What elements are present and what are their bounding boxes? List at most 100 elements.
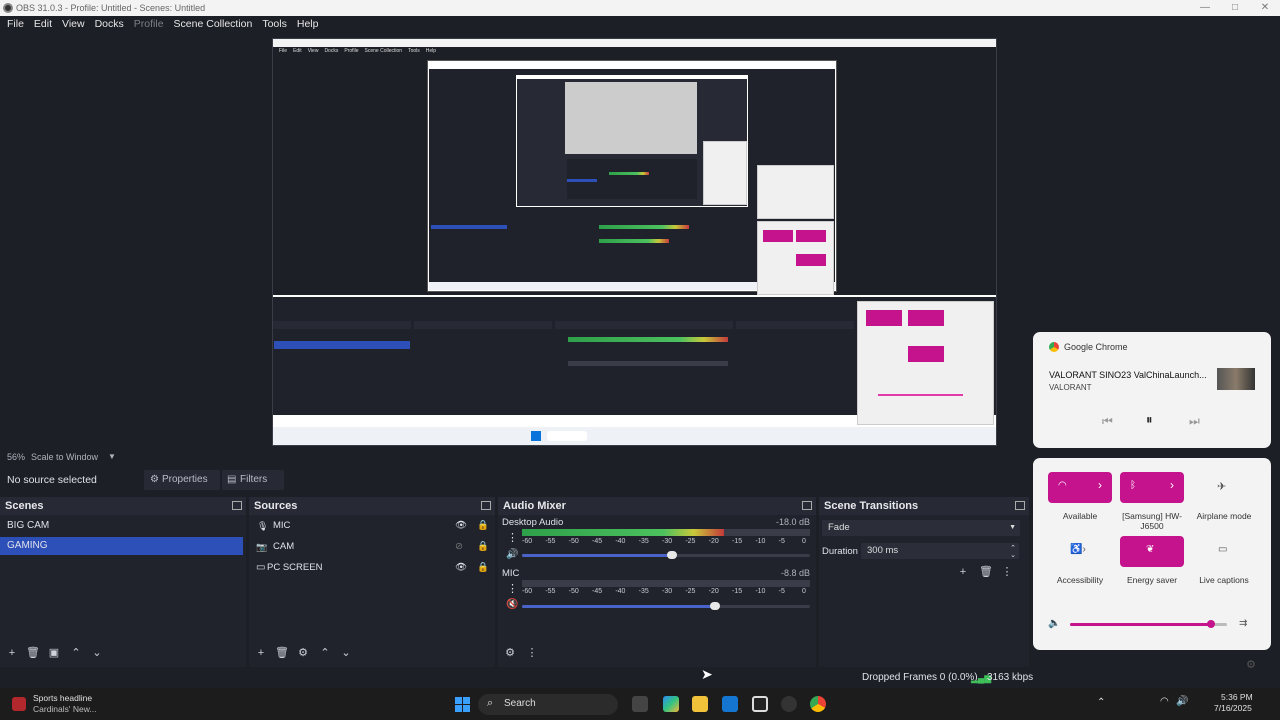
add-icon[interactable]: + xyxy=(6,647,18,659)
menu-help[interactable]: Help xyxy=(292,18,324,30)
speaker-muted-icon[interactable]: 🔇 xyxy=(506,599,518,610)
previous-track-icon[interactable]: ⏮ xyxy=(1102,414,1113,429)
move-down-icon[interactable]: ⌄ xyxy=(340,647,352,659)
undock-icon[interactable] xyxy=(481,501,491,510)
source-item-mic[interactable]: 🎙 MIC 👁 🔒 xyxy=(255,517,491,535)
trash-icon[interactable]: 🗑 xyxy=(979,566,993,578)
menu-file[interactable]: File xyxy=(2,18,29,30)
gear-icon[interactable]: ⚙ xyxy=(504,647,516,659)
nested-screen-level3 xyxy=(516,75,748,207)
speaker-icon[interactable]: 🔊 xyxy=(506,549,518,560)
meter-tick-label: -50 xyxy=(568,588,579,595)
scale-mode-select[interactable]: Scale to Window xyxy=(31,450,98,464)
capcut-icon[interactable] xyxy=(752,696,768,712)
airplane-toggle[interactable]: ✈ xyxy=(1192,472,1256,503)
news-widget-icon[interactable] xyxy=(12,697,26,711)
menu-tools[interactable]: Tools xyxy=(257,18,292,30)
system-volume-slider[interactable] xyxy=(1070,620,1227,628)
pause-icon[interactable]: ⏸ xyxy=(1146,412,1153,428)
gear-icon[interactable]: ⚙ xyxy=(297,647,309,659)
menu-edit[interactable]: Edit xyxy=(29,18,57,30)
add-icon[interactable]: + xyxy=(255,647,267,659)
properties-button[interactable]: ⚙ Properties xyxy=(144,470,220,490)
move-down-icon[interactable]: ⌄ xyxy=(91,647,103,659)
bluetooth-toggle[interactable]: ᛒ › xyxy=(1120,472,1184,503)
lock-icon[interactable]: 🔒 xyxy=(477,559,489,577)
network-icon[interactable]: ◠ xyxy=(1160,696,1169,707)
eye-icon[interactable]: 👁 xyxy=(455,559,467,577)
clock-time[interactable]: 5:36 PM xyxy=(1221,692,1253,702)
scene-transitions-header: Scene Transitions xyxy=(819,497,1029,515)
news-title[interactable]: Sports headline xyxy=(33,693,92,703)
chevron-right-icon[interactable]: › xyxy=(1098,478,1102,492)
more-options-icon[interactable]: ⋮ xyxy=(507,582,518,595)
settings-gear-icon[interactable]: ⚙ xyxy=(1246,658,1256,671)
task-view-icon[interactable] xyxy=(632,696,648,712)
system-volume-knob[interactable] xyxy=(1207,620,1216,628)
outlook-icon[interactable] xyxy=(722,696,738,712)
chrome-icon[interactable] xyxy=(810,696,826,712)
preview-canvas[interactable]: File Edit View Docks Profile Scene Collection… xyxy=(272,38,997,446)
scene-item[interactable]: BIG CAM xyxy=(0,517,243,535)
filter-icon[interactable]: ▣ xyxy=(48,647,60,659)
duration-input[interactable]: 300 ms ⌃ ⌄ xyxy=(861,543,1019,559)
spin-down-icon[interactable]: ⌄ xyxy=(1010,548,1016,564)
source-item-cam[interactable]: 📷 CAM ⊘ 🔒 xyxy=(255,538,491,556)
trash-icon[interactable]: 🗑 xyxy=(26,647,40,659)
volume-icon[interactable]: 🔊 xyxy=(1176,696,1188,707)
trash-icon[interactable]: 🗑 xyxy=(275,647,289,659)
undock-icon[interactable] xyxy=(1015,501,1025,510)
eye-hidden-icon[interactable]: ⊘ xyxy=(455,538,463,556)
menu-view[interactable]: View xyxy=(57,18,90,30)
transition-select[interactable]: Fade ▼ xyxy=(822,520,1020,536)
audio-output-icon[interactable]: ⇉ xyxy=(1239,618,1247,629)
obs-logo-icon xyxy=(3,3,13,13)
source-item-pc-screen[interactable]: ▭ PC SCREEN 👁 🔒 xyxy=(255,559,491,577)
chevron-right-icon[interactable]: › xyxy=(1170,478,1174,492)
maximize-button[interactable]: □ xyxy=(1220,0,1250,16)
volume-slider[interactable] xyxy=(522,551,810,559)
menu-docks[interactable]: Docks xyxy=(90,18,129,30)
menu-profile[interactable]: Profile xyxy=(129,18,169,30)
duration-value: 300 ms xyxy=(867,545,899,556)
news-subtitle[interactable]: Cardinals' New... xyxy=(33,704,97,714)
next-track-icon[interactable]: ⏭ xyxy=(1189,414,1200,429)
move-up-icon[interactable]: ⌃ xyxy=(319,647,331,659)
accessibility-toggle[interactable]: ♿› xyxy=(1048,536,1112,567)
obs-taskbar-icon[interactable] xyxy=(781,696,797,712)
energy-saver-toggle[interactable]: ❦ xyxy=(1120,536,1184,567)
move-up-icon[interactable]: ⌃ xyxy=(70,647,82,659)
nested-preview xyxy=(273,55,996,295)
lock-icon[interactable]: 🔒 xyxy=(477,538,489,556)
chevron-down-icon[interactable]: ▼ xyxy=(108,450,116,464)
undock-icon[interactable] xyxy=(232,501,242,510)
close-button[interactable]: ✕ xyxy=(1250,0,1280,16)
eye-icon[interactable]: 👁 xyxy=(455,517,467,535)
clock-date[interactable]: 7/16/2025 xyxy=(1214,703,1252,713)
obs-status-bar: Dropped Frames 0 (0.0%) ▂▄▆ 3163 kbps xyxy=(0,669,1280,687)
more-options-icon[interactable]: ⋮ xyxy=(1001,566,1013,578)
level-meter xyxy=(522,580,810,587)
taskbar-search[interactable]: ⌕ Search xyxy=(478,694,618,715)
menu-scene-collection[interactable]: Scene Collection xyxy=(169,18,258,30)
transition-value: Fade xyxy=(828,522,850,533)
more-options-icon[interactable]: ⋮ xyxy=(507,531,518,544)
speaker-icon[interactable]: 🔈 xyxy=(1048,618,1060,629)
minimize-button[interactable]: — xyxy=(1190,0,1220,16)
windows-start-icon[interactable] xyxy=(455,697,470,712)
volume-knob[interactable] xyxy=(666,551,677,559)
wifi-toggle[interactable]: ◠ › xyxy=(1048,472,1112,503)
volume-slider[interactable] xyxy=(522,602,810,610)
filters-button[interactable]: ▤ Filters xyxy=(222,470,284,490)
volume-knob[interactable] xyxy=(709,602,720,610)
lock-icon[interactable]: 🔒 xyxy=(477,517,489,535)
file-explorer-icon[interactable] xyxy=(692,696,708,712)
scene-item-selected[interactable]: GAMING xyxy=(0,537,243,555)
copilot-icon[interactable] xyxy=(663,696,679,712)
live-captions-toggle[interactable]: ▭ xyxy=(1192,536,1256,567)
energy-saver-label: Energy saver xyxy=(1126,575,1178,585)
add-icon[interactable]: + xyxy=(957,566,969,578)
undock-icon[interactable] xyxy=(802,501,812,510)
chevron-up-icon[interactable]: ⌃ xyxy=(1097,697,1105,708)
more-options-icon[interactable]: ⋮ xyxy=(526,647,538,659)
